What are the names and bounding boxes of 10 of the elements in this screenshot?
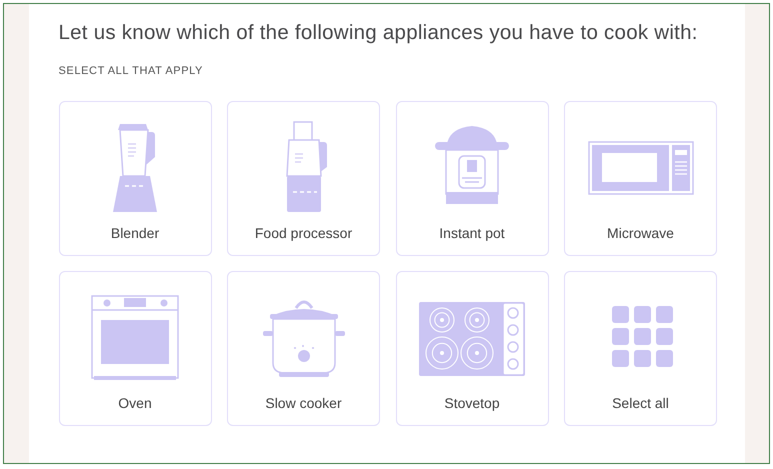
appliance-option[interactable]: Stovetop (396, 271, 548, 426)
instruction-text: SELECT ALL THAT APPLY (58, 65, 204, 77)
appliance-option[interactable]: Food processor (227, 101, 380, 256)
question-heading: Let us know which of the following appliances you have to cook with: (58, 20, 699, 46)
appliance-option[interactable]: Oven (58, 271, 212, 426)
appliance-option[interactable]: Blender (58, 101, 212, 256)
appliance-option[interactable]: Select all (564, 271, 717, 426)
appliance-option[interactable]: Slow cooker (227, 271, 380, 426)
appliance-option[interactable]: Microwave (564, 101, 717, 256)
appliance-option[interactable]: Instant pot (396, 101, 548, 256)
